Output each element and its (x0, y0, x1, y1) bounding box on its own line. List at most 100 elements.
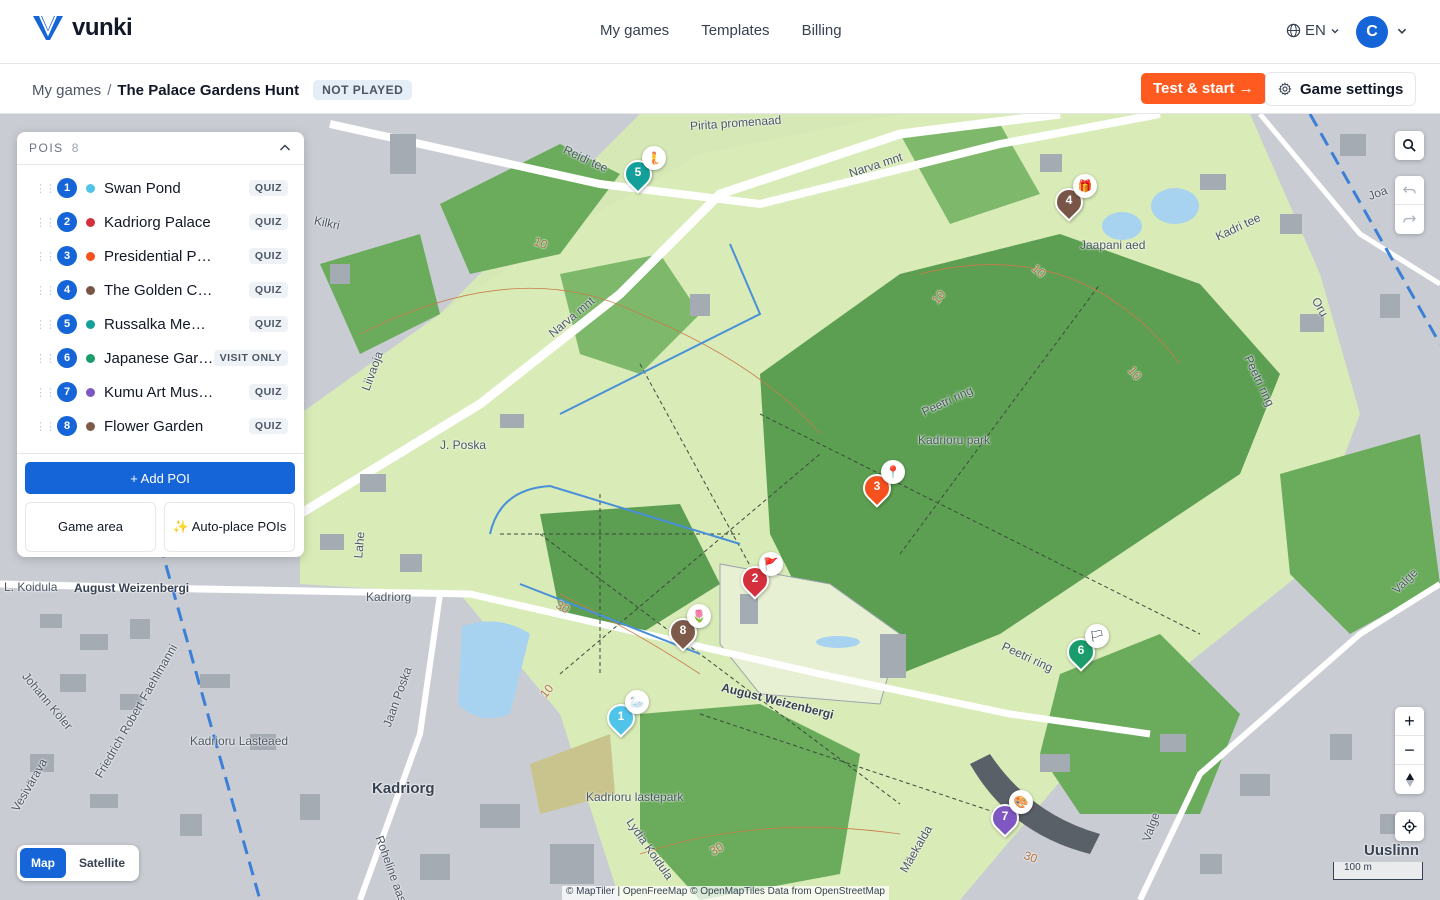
poi-list-item[interactable]: ⋮⋮ 1 Swan Pond QUIZ (17, 171, 304, 205)
breadcrumb-my-games[interactable]: My games (32, 82, 101, 99)
marker-icon: 🎁 (1073, 174, 1097, 198)
compass-icon (1405, 772, 1414, 787)
map-marker-poi[interactable]: 2 🚩 (735, 552, 783, 602)
brand-name: vunki (72, 14, 133, 41)
poi-number: 7 (57, 382, 77, 402)
poi-list-item[interactable]: ⋮⋮ 4 The Golden Chest QUIZ (17, 273, 304, 307)
top-navbar: vunki My games Templates Billing EN C (0, 0, 1440, 64)
poi-number: 2 (57, 212, 77, 232)
poi-type-badge: QUIZ (248, 180, 288, 196)
poi-color-dot (86, 251, 95, 261)
brand-logo[interactable]: vunki (32, 14, 133, 42)
map-marker-poi[interactable]: 4 🎁 (1049, 174, 1097, 224)
drag-handle-icon[interactable]: ⋮⋮ (35, 386, 56, 399)
language-selector[interactable]: EN (1286, 22, 1340, 39)
poi-type-badge: QUIZ (248, 316, 288, 332)
map-marker-poi[interactable]: 3 📍 (857, 460, 905, 510)
map-locate-control (1395, 812, 1424, 841)
drag-handle-icon[interactable]: ⋮⋮ (35, 182, 56, 195)
undo-button[interactable] (1395, 176, 1424, 205)
drag-handle-icon[interactable]: ⋮⋮ (35, 318, 56, 331)
map-label-kadrioru-park: Kadrioru park (918, 433, 991, 447)
marker-icon: 🧜 (642, 146, 666, 170)
auto-place-pois-button[interactable]: ✨ Auto-place POIs (164, 502, 295, 552)
nav-billing[interactable]: Billing (802, 22, 842, 39)
satellite-view-button[interactable]: Satellite (68, 848, 136, 878)
map-label-koidula: L. Koidula (4, 580, 58, 594)
map-marker-poi[interactable]: 7 🎨 (985, 790, 1033, 840)
map-label-uuslinn: Uuslinn (1364, 842, 1419, 859)
map-search-control (1395, 131, 1424, 160)
nav-my-games[interactable]: My games (600, 22, 669, 39)
map-marker-poi[interactable]: 8 🌷 (663, 604, 711, 654)
poi-list-item[interactable]: ⋮⋮ 2 Kadriorg Palace QUIZ (17, 205, 304, 239)
compass-button[interactable] (1395, 765, 1424, 794)
breadcrumb-separator: / (107, 81, 112, 99)
poi-color-dot (86, 217, 95, 227)
nav-templates[interactable]: Templates (701, 22, 769, 39)
map-label-kadrioru-lasteaed: Kadrioru Lasteaed (190, 734, 289, 748)
poi-list-item[interactable]: ⋮⋮ 5 Russalka Memorial QUIZ (17, 307, 304, 341)
map-label-kadriorg-street: Kadriorg (366, 590, 412, 604)
poi-name: Swan Pond (104, 179, 181, 197)
marker-icon: 🚩 (759, 552, 783, 576)
map-label-lahe: Lahe (351, 531, 368, 559)
locate-me-button[interactable] (1395, 812, 1424, 841)
drag-handle-icon[interactable]: ⋮⋮ (35, 352, 56, 365)
poi-list-item[interactable]: ⋮⋮ 8 Flower Garden QUIZ (17, 409, 304, 443)
chevron-up-icon[interactable] (278, 141, 292, 155)
poi-type-badge: QUIZ (248, 214, 288, 230)
test-start-button[interactable]: Test & start → (1141, 73, 1266, 104)
map-view-button[interactable]: Map (20, 848, 66, 878)
poi-panel-header[interactable]: POIS 8 (17, 132, 304, 165)
poi-secondary-actions: Game area ✨ Auto-place POIs (25, 502, 296, 552)
add-poi-button[interactable]: + Add POI (25, 462, 295, 494)
game-settings-button[interactable]: Game settings (1265, 72, 1417, 106)
marker-icon: 🎨 (1009, 790, 1033, 814)
map-label-japanese-garden: Jaapani aed (1080, 238, 1146, 252)
poi-panel: POIS 8 ⋮⋮ 1 Swan Pond QUIZ ⋮⋮ 2 Kadriorg… (17, 132, 304, 557)
poi-list-item[interactable]: ⋮⋮ 6 Japanese Gard... VISIT ONLY (17, 341, 304, 375)
search-icon (1403, 139, 1416, 152)
poi-type-badge: QUIZ (248, 248, 288, 264)
crosshair-icon (1402, 819, 1417, 834)
poi-panel-actions: + Add POI Game area ✨ Auto-place POIs (17, 453, 304, 560)
poi-name: Presidential Palace (104, 247, 216, 265)
undo-icon (1402, 185, 1416, 193)
game-header-bar: My games / The Palace Gardens Hunt NOT P… (0, 64, 1440, 114)
drag-handle-icon[interactable]: ⋮⋮ (35, 216, 56, 229)
poi-color-dot (86, 421, 95, 431)
zoom-out-button[interactable]: − (1395, 736, 1424, 765)
poi-count: 8 (71, 141, 80, 155)
map-marker-poi[interactable]: 5 🧜 (618, 146, 666, 196)
poi-color-dot (86, 353, 95, 363)
game-area-button[interactable]: Game area (25, 502, 156, 552)
map-search-button[interactable] (1395, 131, 1424, 160)
game-settings-label: Game settings (1300, 80, 1404, 98)
zoom-in-button[interactable]: + (1395, 707, 1424, 736)
poi-name: Kadriorg Palace (104, 213, 211, 231)
main-nav: My games Templates Billing (600, 22, 842, 39)
poi-name: The Golden Chest (104, 281, 216, 299)
drag-handle-icon[interactable]: ⋮⋮ (35, 284, 56, 297)
map-label-j-poska: J. Poska (440, 438, 487, 452)
poi-list-item[interactable]: ⋮⋮ 3 Presidential Palace QUIZ (17, 239, 304, 273)
poi-number: 4 (57, 280, 77, 300)
poi-list: ⋮⋮ 1 Swan Pond QUIZ ⋮⋮ 2 Kadriorg Palace… (17, 165, 304, 443)
map-label-kadriorg-district: Kadriorg (372, 780, 435, 797)
poi-list-item[interactable]: ⋮⋮ 7 Kumu Art Museum QUIZ (17, 375, 304, 409)
map-marker-poi[interactable]: 1 🦢 (601, 690, 649, 740)
map-marker-poi[interactable]: 6 🏳 (1061, 624, 1109, 674)
chevron-down-icon[interactable] (1396, 25, 1408, 37)
map-history-control (1395, 176, 1424, 234)
drag-handle-icon[interactable]: ⋮⋮ (35, 420, 56, 433)
poi-number: 8 (57, 416, 77, 436)
user-avatar[interactable]: C (1356, 16, 1388, 48)
map-type-toggle: Map Satellite (17, 845, 140, 881)
redo-button[interactable] (1395, 205, 1424, 234)
marker-icon: 🌷 (687, 604, 711, 628)
marker-icon: 📍 (881, 460, 905, 484)
poi-color-dot (86, 387, 95, 397)
vunki-logo-icon (33, 15, 63, 40)
drag-handle-icon[interactable]: ⋮⋮ (35, 250, 56, 263)
